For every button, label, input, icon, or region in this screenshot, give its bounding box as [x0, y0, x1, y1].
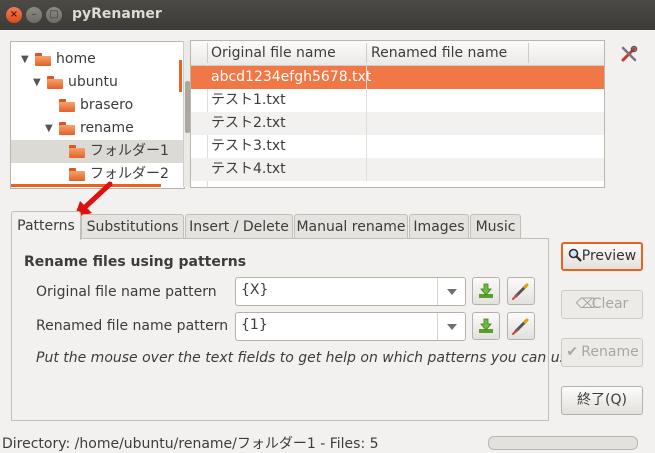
- section-title: Rename files using patterns: [24, 254, 247, 270]
- tab-substitutions[interactable]: Substitutions: [81, 214, 184, 239]
- expand-arrow-icon[interactable]: ▼: [33, 71, 41, 94]
- dropdown-arrow-icon[interactable]: [437, 313, 465, 340]
- file-row[interactable]: abcd1234efgh5678.txt: [191, 66, 604, 89]
- close-window-button[interactable]: ×: [6, 7, 22, 23]
- checkmark-icon: ✔: [566, 344, 579, 360]
- original-pattern-value[interactable]: {X}: [241, 282, 268, 298]
- folder-icon: [35, 53, 51, 66]
- window-title: pyRenamer: [72, 6, 162, 22]
- column-header-renamed[interactable]: Renamed file name: [371, 45, 507, 61]
- preview-button-label: Preview: [581, 248, 637, 264]
- tab-patterns[interactable]: Patterns: [11, 211, 81, 240]
- column-header-original[interactable]: Original file name: [211, 45, 336, 61]
- edit-pencil-icon: [512, 318, 529, 335]
- original-pattern-combo[interactable]: {X}: [235, 277, 466, 306]
- save-pattern-button[interactable]: [472, 277, 500, 305]
- status-text: Directory: /home/ubuntu/rename/フォルダー1 - …: [2, 436, 379, 452]
- file-row[interactable]: テスト1.txt: [191, 89, 604, 112]
- file-original-name: テスト1.txt: [211, 92, 286, 108]
- renamed-pattern-combo[interactable]: {1}: [235, 312, 466, 341]
- tab-music[interactable]: Music: [470, 214, 521, 239]
- file-list[interactable]: Original file name Renamed file name abc…: [190, 40, 605, 188]
- minimize-window-button[interactable]: –: [26, 7, 42, 23]
- original-pattern-label: Original file name pattern: [36, 284, 217, 300]
- file-original-name: テスト3.txt: [211, 138, 286, 154]
- file-row[interactable]: テスト2.txt: [191, 112, 604, 135]
- clear-button-label: Clear: [591, 296, 629, 312]
- tree-item-brasero[interactable]: brasero: [11, 94, 184, 117]
- edit-pencil-icon: [512, 283, 529, 300]
- tools-icon[interactable]: [619, 44, 639, 64]
- edit-pattern-button[interactable]: [507, 277, 535, 305]
- folder-icon: [59, 99, 75, 112]
- magnifier-icon: [568, 248, 582, 262]
- edit-pattern-button[interactable]: [507, 312, 535, 340]
- file-list-header: Original file name Renamed file name: [191, 41, 604, 66]
- tree-item-label: home: [56, 51, 96, 67]
- file-row[interactable]: テスト4.txt: [191, 158, 604, 181]
- clear-button[interactable]: ⌫Clear: [561, 290, 643, 319]
- folder-icon: [69, 145, 85, 158]
- tree-item-folder1[interactable]: フォルダー1: [11, 140, 184, 163]
- tree-item-label: ubuntu: [68, 74, 118, 90]
- tree-item-label: フォルダー1: [90, 143, 169, 159]
- expand-arrow-icon[interactable]: ▼: [21, 48, 29, 71]
- folder-icon: [59, 122, 75, 135]
- tab-insert-delete[interactable]: Insert / Delete: [185, 214, 293, 239]
- tree-item-rename[interactable]: ▼ rename: [11, 117, 184, 140]
- file-row[interactable]: テスト3.txt: [191, 135, 604, 158]
- save-pattern-button[interactable]: [472, 312, 500, 340]
- renamed-pattern-label: Renamed file name pattern: [36, 318, 229, 334]
- save-download-icon: [479, 318, 493, 333]
- tree-scroll-indicator: [179, 60, 182, 92]
- file-original-name: テスト2.txt: [211, 115, 286, 131]
- expand-arrow-icon[interactable]: ▼: [45, 117, 53, 140]
- file-original-name: テスト4.txt: [211, 161, 286, 177]
- clear-icon: ⌫: [575, 296, 596, 312]
- tab-images[interactable]: Images: [409, 214, 469, 239]
- progress-bar: [488, 436, 638, 450]
- tree-item-label: rename: [80, 120, 134, 136]
- tree-item-ubuntu[interactable]: ▼ ubuntu: [11, 71, 184, 94]
- file-original-name: abcd1234efgh5678.txt: [211, 69, 372, 85]
- tree-item-home[interactable]: ▼ home: [11, 48, 184, 71]
- title-bar: × – □ pyRenamer: [0, 0, 655, 30]
- maximize-window-button[interactable]: □: [46, 7, 62, 23]
- renamed-pattern-value[interactable]: {1}: [241, 317, 268, 333]
- folder-icon: [47, 76, 63, 89]
- quit-button[interactable]: 終了(Q): [561, 386, 643, 415]
- folder-tree[interactable]: ▼ home ▼ ubuntu brasero ▼ rename フォルダー1 …: [10, 41, 185, 189]
- rename-button-label: Rename: [581, 344, 639, 360]
- tree-item-label: brasero: [80, 97, 134, 113]
- rename-button[interactable]: ✔ Rename: [561, 338, 643, 367]
- dropdown-arrow-icon[interactable]: [437, 278, 465, 305]
- pattern-hint-text: Put the mouse over the text fields to ge…: [36, 350, 576, 366]
- preview-button[interactable]: Preview: [561, 242, 643, 271]
- tab-manual-rename[interactable]: Manual rename: [294, 214, 408, 239]
- save-download-icon: [479, 283, 493, 298]
